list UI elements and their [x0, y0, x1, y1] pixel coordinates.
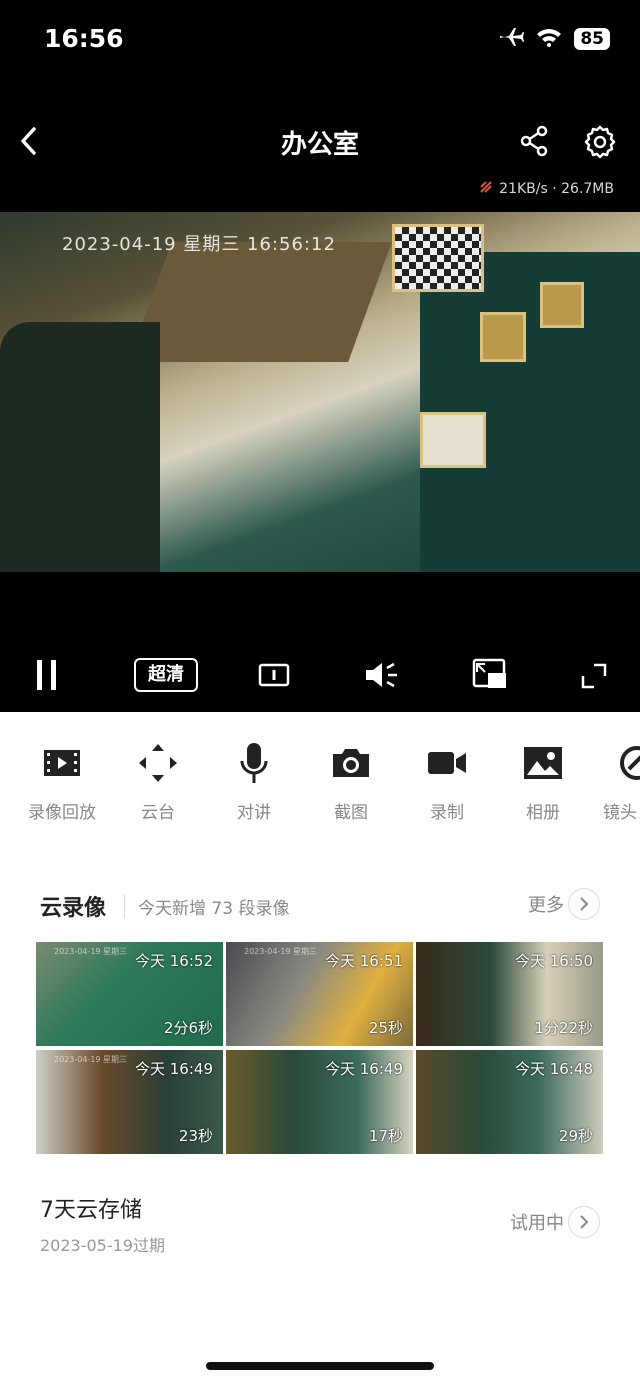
chevron-right-icon: [568, 1206, 600, 1238]
nav-bar: 办公室: [0, 112, 640, 170]
clip-duration: 29秒: [558, 1127, 593, 1145]
toolbar-label: 截图: [334, 803, 368, 823]
toolbar-label: 相册: [526, 803, 560, 823]
video-record-icon: [426, 749, 468, 781]
clip-time: 今天 16:52: [135, 952, 213, 970]
battery-indicator: 85: [574, 28, 610, 50]
cloud-recording-header: 云录像 今天新增 73 段录像 更多: [40, 888, 600, 924]
clip-duration: 23秒: [178, 1127, 213, 1145]
clip-thumbnail[interactable]: 2023-04-19 星期三 今天 16:49 23秒: [36, 1050, 223, 1154]
toolbar-lens[interactable]: 镜头: [591, 740, 640, 823]
clip-time: 今天 16:48: [515, 1060, 593, 1078]
clip-thumbnail[interactable]: 今天 16:48 29秒: [416, 1050, 603, 1154]
toolbar-ptz[interactable]: 云台: [110, 740, 206, 823]
clip-watermark: 2023-04-19 星期三: [244, 947, 318, 956]
mute-icon[interactable]: [364, 660, 400, 694]
clip-watermark: 2023-04-19 星期三: [54, 1055, 128, 1064]
video-scene-frame: [392, 224, 484, 292]
clip-duration: 2分6秒: [163, 1019, 213, 1037]
camera-view-panel: 16:56 85 办公室 21KB/s · 26.7MB 2023-04-19 …: [0, 0, 640, 712]
gear-icon[interactable]: [582, 124, 618, 160]
film-icon: [42, 746, 82, 784]
divider: [124, 894, 125, 918]
status-icons: 85: [498, 26, 610, 52]
toolbar-label: 镜头: [603, 803, 637, 823]
more-button[interactable]: 更多: [528, 888, 600, 920]
live-video[interactable]: 2023-04-19 星期三 16:56:12: [0, 212, 640, 572]
chevron-right-icon: [568, 888, 600, 920]
quality-button[interactable]: 超清: [134, 658, 198, 692]
microphone-icon: [237, 741, 271, 789]
toolbar-label: 录像回放: [28, 803, 96, 823]
stream-speed-text: 21KB/s · 26.7MB: [499, 181, 614, 197]
clip-time: 今天 16:49: [325, 1060, 403, 1078]
toolbar-label: 对讲: [237, 803, 271, 823]
picture-in-picture-icon[interactable]: [472, 658, 508, 694]
clip-duration: 25秒: [368, 1019, 403, 1037]
clip-thumbnail[interactable]: 2023-04-19 星期三 今天 16:52 2分6秒: [36, 942, 223, 1046]
storage-expiry: 2023-05-19过期: [40, 1236, 165, 1255]
video-scene-frame: [540, 282, 584, 328]
lens-icon: [619, 745, 640, 785]
toolbar-intercom[interactable]: 对讲: [206, 740, 302, 823]
cloud-subtitle: 今天新增 73 段录像: [138, 899, 290, 919]
more-label: 更多: [528, 895, 564, 916]
video-scene-sofa: [0, 322, 160, 572]
aspect-ratio-icon[interactable]: [258, 662, 290, 692]
toolbar-label: 录制: [430, 803, 464, 823]
storage-title: 7天云存储: [40, 1198, 142, 1223]
stream-speed: 21KB/s · 26.7MB: [479, 180, 614, 198]
cloud-title: 云录像: [40, 896, 107, 921]
clip-thumbnail[interactable]: 2023-04-19 星期三 今天 16:51 25秒: [226, 942, 413, 1046]
cloud-clip-grid: 2023-04-19 星期三 今天 16:52 2分6秒 2023-04-19 …: [36, 942, 604, 1154]
player-controls: 超清: [0, 648, 640, 704]
video-scene-table: [128, 242, 392, 362]
video-timestamp: 2023-04-19 星期三 16:56:12: [62, 234, 336, 255]
airplane-icon: [498, 26, 525, 52]
ptz-arrows-icon: [137, 742, 179, 788]
wifi-icon: [536, 27, 562, 51]
trial-label: 试用中: [510, 1213, 564, 1234]
share-icon[interactable]: [518, 124, 552, 158]
clip-watermark: 2023-04-19 星期三: [54, 947, 128, 956]
clip-time: 今天 16:51: [325, 952, 403, 970]
status-time: 16:56: [44, 24, 124, 53]
toolbar-album[interactable]: 相册: [495, 740, 591, 823]
video-scene-frame: [480, 312, 526, 362]
clip-duration: 1分22秒: [534, 1019, 593, 1037]
clip-duration: 17秒: [368, 1127, 403, 1145]
video-scene-frame: [420, 412, 486, 468]
clip-thumbnail[interactable]: 今天 16:50 1分22秒: [416, 942, 603, 1046]
clip-time: 今天 16:50: [515, 952, 593, 970]
fullscreen-icon[interactable]: [580, 662, 608, 694]
pause-icon[interactable]: [34, 658, 60, 696]
home-indicator[interactable]: [206, 1362, 434, 1370]
album-icon: [522, 745, 564, 785]
feature-toolbar: 录像回放 云台 对讲 截图 录制 相册 镜头: [0, 740, 640, 830]
toolbar-record[interactable]: 录制: [399, 740, 495, 823]
signal-icon: [479, 180, 493, 198]
toolbar-screenshot[interactable]: 截图: [303, 740, 399, 823]
toolbar-label: 云台: [141, 803, 175, 823]
trial-status[interactable]: 试用中: [510, 1206, 600, 1238]
clip-time: 今天 16:49: [135, 1060, 213, 1078]
cloud-storage-row[interactable]: 7天云存储 2023-05-19过期 试用中: [40, 1190, 600, 1260]
camera-icon: [330, 746, 372, 784]
toolbar-playback[interactable]: 录像回放: [14, 740, 110, 823]
clip-thumbnail[interactable]: 今天 16:49 17秒: [226, 1050, 413, 1154]
